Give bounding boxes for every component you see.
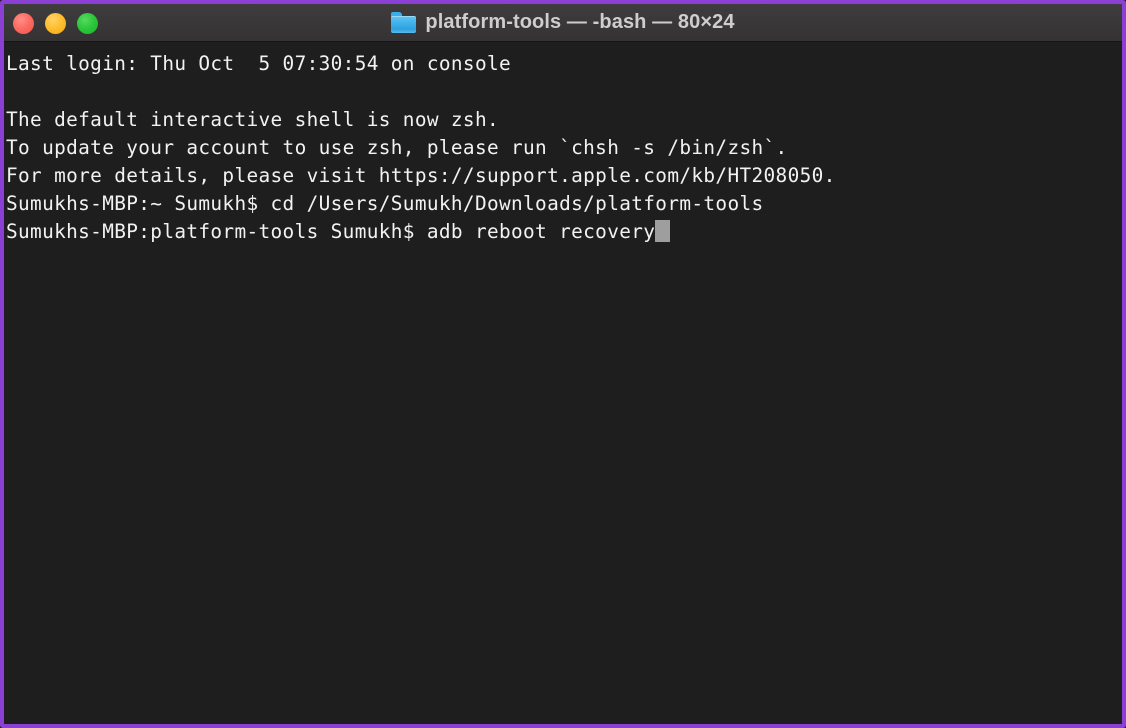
terminal-window[interactable]: platform-tools — -bash — 80×24 Last logi… bbox=[0, 0, 1126, 728]
window-title-bar[interactable]: platform-tools — -bash — 80×24 bbox=[4, 4, 1122, 42]
window-controls bbox=[13, 4, 98, 42]
title-group: platform-tools — -bash — 80×24 bbox=[4, 11, 1122, 34]
terminal-command-text: Sumukhs-MBP:platform-tools Sumukh$ adb r… bbox=[6, 220, 656, 243]
terminal-line-command-adb: Sumukhs-MBP:platform-tools Sumukh$ adb r… bbox=[6, 218, 1122, 246]
window-title: platform-tools — -bash — 80×24 bbox=[425, 11, 735, 33]
terminal-line-last-login: Last login: Thu Oct 5 07:30:54 on consol… bbox=[6, 52, 512, 75]
terminal-line-command-cd: Sumukhs-MBP:~ Sumukh$ cd /Users/Sumukh/D… bbox=[6, 192, 764, 215]
terminal-screen[interactable]: Last login: Thu Oct 5 07:30:54 on consol… bbox=[4, 42, 1122, 724]
terminal-line-update-notice: To update your account to use zsh, pleas… bbox=[6, 136, 788, 159]
terminal-line-details-url: For more details, please visit https://s… bbox=[6, 164, 836, 187]
text-cursor bbox=[655, 220, 671, 242]
folder-icon bbox=[391, 12, 417, 33]
terminal-line-shell-notice: The default interactive shell is now zsh… bbox=[6, 108, 499, 131]
terminal-output: Last login: Thu Oct 5 07:30:54 on consol… bbox=[6, 50, 1122, 246]
minimize-button[interactable] bbox=[45, 12, 66, 34]
close-button[interactable] bbox=[13, 12, 34, 34]
maximize-button[interactable] bbox=[77, 12, 98, 34]
